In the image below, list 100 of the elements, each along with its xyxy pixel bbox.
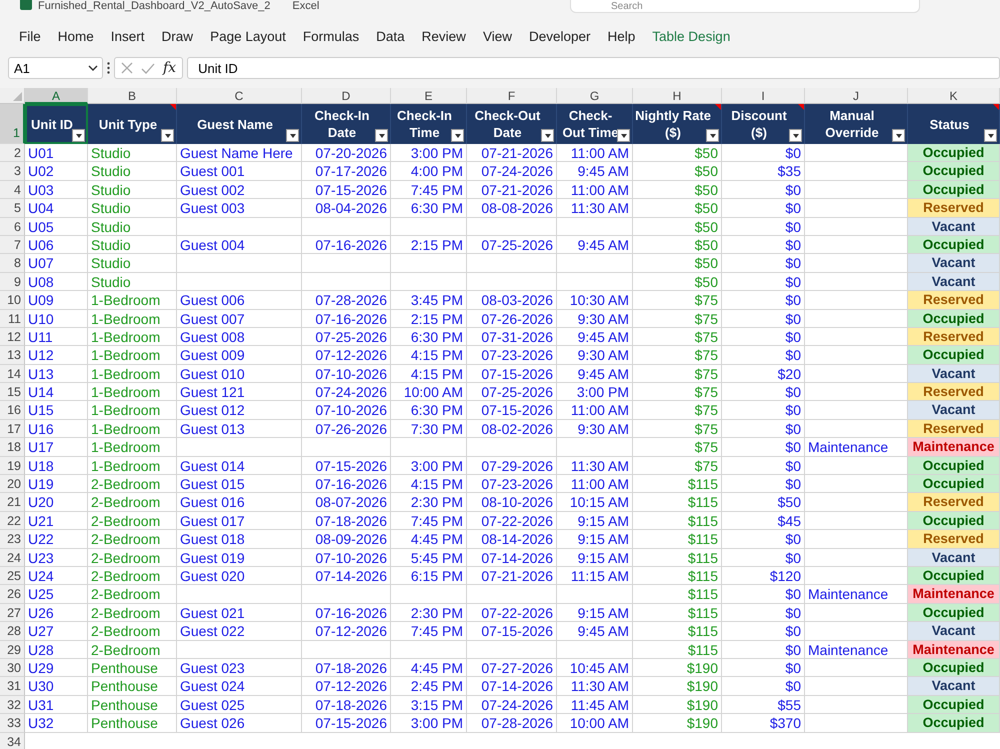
row-number[interactable]: 29	[0, 640, 25, 659]
row-number[interactable]: 8	[0, 254, 25, 273]
filter-button[interactable]	[375, 129, 388, 142]
row-number[interactable]: 14	[0, 364, 25, 384]
row-number[interactable]: 22	[0, 512, 25, 530]
table-cell: U21	[25, 512, 88, 530]
row-number[interactable]: 33	[0, 714, 25, 732]
table-cell: 08-04-2026	[302, 199, 391, 218]
row-number[interactable]: 30	[0, 658, 25, 678]
menu-tab[interactable]: Data	[369, 24, 412, 48]
filter-button[interactable]	[541, 129, 554, 142]
menu-tab[interactable]: View	[476, 24, 519, 48]
table-cell: Penthouse	[88, 658, 177, 678]
formula-field[interactable]: Unit ID	[187, 57, 1000, 79]
table-cell: Guest 014	[177, 456, 302, 476]
table-cell: 4:15 PM	[391, 346, 467, 365]
row-number[interactable]: 7	[0, 236, 25, 254]
column-heading[interactable]: B	[88, 88, 177, 104]
table-cell: $0	[722, 475, 805, 494]
column-heading[interactable]: G	[557, 88, 633, 104]
table-cell: $0	[722, 401, 805, 420]
table-cell: 07-26-2026	[302, 420, 391, 438]
table-cell: 2:15 PM	[391, 236, 467, 254]
row-number[interactable]: 9	[0, 272, 25, 292]
row-number[interactable]: 3	[0, 162, 25, 181]
row-number[interactable]: 4	[0, 180, 25, 200]
table-cell: $0	[722, 658, 805, 678]
row-number[interactable]: 34	[0, 732, 25, 749]
row-number[interactable]: 12	[0, 328, 25, 346]
column-header: Check-Out Time	[557, 104, 633, 144]
row-number[interactable]: 17	[0, 420, 25, 438]
table-cell: $75	[633, 291, 722, 310]
filter-button[interactable]	[892, 129, 905, 142]
menu-tab[interactable]: Draw	[154, 24, 200, 48]
row-number[interactable]: 24	[0, 548, 25, 567]
column-heading[interactable]: I	[722, 88, 805, 104]
name-box[interactable]: A1	[8, 57, 103, 79]
column-heading[interactable]: A	[25, 88, 88, 104]
row-number[interactable]: 27	[0, 604, 25, 622]
menu-tab[interactable]: Developer	[522, 24, 598, 48]
table-cell: $45	[722, 512, 805, 530]
table-cell: $115	[633, 585, 722, 604]
row-number[interactable]: 6	[0, 218, 25, 236]
row-number[interactable]: 10	[0, 291, 25, 310]
column-heading[interactable]: K	[908, 88, 1000, 104]
row-number[interactable]: 26	[0, 585, 25, 604]
column-heading[interactable]: E	[391, 88, 467, 104]
filter-button[interactable]	[451, 129, 464, 142]
row-number[interactable]: 5	[0, 199, 25, 218]
row-number[interactable]: 1	[0, 104, 25, 144]
menu-tab[interactable]: File	[12, 24, 48, 48]
row-number[interactable]: 16	[0, 401, 25, 420]
row-number[interactable]: 19	[0, 456, 25, 476]
column-heading[interactable]: H	[633, 88, 722, 104]
column-header: Status	[908, 104, 1000, 144]
row-number[interactable]: 28	[0, 622, 25, 641]
table-cell: 07-15-2026	[302, 180, 391, 200]
filter-button[interactable]	[617, 129, 630, 142]
column-heading[interactable]: J	[805, 88, 908, 104]
menu-tab[interactable]: Help	[600, 24, 642, 48]
row-number[interactable]: 2	[0, 144, 25, 162]
menu-tab[interactable]: Review	[414, 24, 473, 48]
table-cell: 2-Bedroom	[88, 548, 177, 567]
insert-function-button[interactable]: fx	[163, 60, 176, 76]
filter-button[interactable]	[286, 129, 299, 142]
more-options-icon[interactable]	[107, 62, 110, 74]
table-cell: Guest 006	[177, 291, 302, 310]
row-number[interactable]: 20	[0, 475, 25, 494]
menu-tab[interactable]: Page Layout	[203, 24, 293, 48]
menu-tab[interactable]: Table Design	[645, 24, 738, 48]
column-heading[interactable]: C	[177, 88, 302, 104]
row-number[interactable]: 11	[0, 310, 25, 328]
filter-button[interactable]	[984, 129, 997, 142]
table-cell: $75	[633, 401, 722, 420]
filter-button[interactable]	[161, 129, 174, 142]
table-cell: 07-18-2026	[302, 696, 391, 714]
comment-indicator-icon	[993, 104, 999, 110]
row-number[interactable]: 25	[0, 566, 25, 586]
search-field[interactable]: Search	[570, 0, 920, 13]
filter-button[interactable]	[789, 129, 802, 142]
table-cell: $75	[633, 346, 722, 365]
menu-tab[interactable]: Home	[50, 24, 101, 48]
filter-button[interactable]	[72, 129, 85, 142]
row-number[interactable]: 18	[0, 438, 25, 457]
menu-tab[interactable]: Formulas	[296, 24, 366, 48]
checkmark-icon[interactable]	[141, 62, 155, 74]
column-heading[interactable]: D	[302, 88, 391, 104]
menu-tab[interactable]: Insert	[104, 24, 152, 48]
table-cell: 07-25-2026	[302, 328, 391, 346]
table-cell: 10:00 AM	[557, 714, 633, 732]
filter-button[interactable]	[706, 129, 719, 142]
row-number[interactable]: 15	[0, 383, 25, 402]
row-number[interactable]: 31	[0, 677, 25, 696]
table-cell: U04	[25, 199, 88, 218]
row-number[interactable]: 32	[0, 696, 25, 714]
row-number[interactable]: 23	[0, 530, 25, 549]
column-heading[interactable]: F	[467, 88, 557, 104]
row-number[interactable]: 21	[0, 493, 25, 512]
table-cell: U01	[25, 144, 88, 162]
row-number[interactable]: 13	[0, 346, 25, 365]
